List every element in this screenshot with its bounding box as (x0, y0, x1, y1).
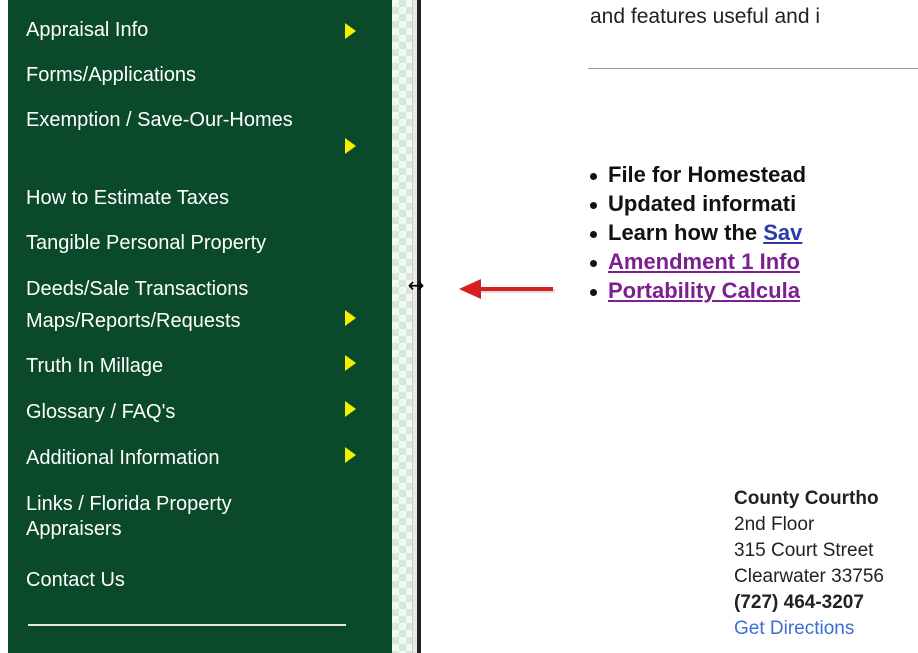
content-divider (588, 68, 918, 69)
horizontal-resize-icon: ↔ (407, 273, 425, 297)
sidebar-item-label: Tangible Personal Property (26, 232, 267, 254)
address-phone: (727) 464-3207 (734, 592, 864, 613)
sidebar-item-label: Forms/Applications (26, 64, 197, 86)
submenu-arrow-icon (345, 355, 356, 371)
frame-resize-border[interactable] (412, 0, 421, 653)
address-street: 315 Court Street (734, 540, 874, 561)
sidebar-item-label: Links / Florida Property Appraisers (26, 493, 232, 540)
address-block: County Courtho 2nd Floor 315 Court Stree… (734, 486, 884, 642)
sidebar-item-deeds[interactable]: Deeds/Sale Transactions (26, 277, 356, 302)
sidebar-item-links-appraisers[interactable]: Links / Florida Property Appraisers (26, 492, 356, 542)
list-item: Learn how the Sav (585, 218, 806, 247)
sidebar-item-exemption[interactable]: Exemption / Save-Our-Homes (26, 108, 356, 154)
sidebar-item-label: Deeds/Sale Transactions (26, 278, 249, 300)
sidebar-item-glossary[interactable]: Glossary / FAQ's (26, 400, 356, 425)
bullet-text: Learn how the (608, 220, 764, 245)
sidebar-item-label: How to Estimate Taxes (26, 187, 230, 209)
amendment-info-link[interactable]: Amendment 1 Info (608, 249, 800, 274)
list-item: Updated informati (585, 189, 806, 218)
sidebar-nav: Appraisal Info Forms/Applications Exempt… (8, 0, 392, 653)
get-directions-link[interactable]: Get Directions (734, 616, 884, 642)
list-item: Amendment 1 Info (585, 247, 806, 276)
sidebar-item-appraisal-info[interactable]: Appraisal Info (26, 18, 356, 43)
address-name: County Courtho (734, 488, 879, 509)
submenu-arrow-icon (345, 401, 356, 417)
sidebar-item-label: Contact Us (26, 569, 125, 591)
submenu-arrow-icon (345, 310, 356, 326)
address-city: Clearwater 33756 (734, 566, 884, 587)
list-item: Portability Calcula (585, 276, 806, 305)
portability-calculator-link[interactable]: Portability Calcula (608, 278, 800, 303)
feature-list: File for Homestead Updated informati Lea… (585, 160, 806, 305)
list-item: File for Homestead (585, 160, 806, 189)
sidebar-item-label: Glossary / FAQ's (26, 401, 176, 423)
sidebar-item-label: Appraisal Info (26, 19, 149, 41)
sidebar-item-truth-millage[interactable]: Truth In Millage (26, 354, 356, 379)
submenu-arrow-icon (345, 23, 356, 39)
sidebar-item-contact-us[interactable]: Contact Us (26, 568, 356, 593)
intro-text: and features useful and i (590, 5, 820, 28)
submenu-arrow-icon (345, 447, 356, 463)
sidebar-item-tangible-property[interactable]: Tangible Personal Property (26, 231, 356, 256)
red-arrow-icon (459, 279, 555, 299)
sidebar-item-maps-reports[interactable]: Maps/Reports/Requests (26, 309, 356, 334)
bullet-text: File for Homestead (608, 162, 807, 187)
sidebar-item-label: Additional Information (26, 447, 220, 469)
frame-gutter (392, 0, 412, 653)
sidebar-item-label: Truth In Millage (26, 355, 164, 377)
sidebar-item-estimate-taxes[interactable]: How to Estimate Taxes (26, 186, 356, 211)
sidebar-item-additional-info[interactable]: Additional Information (26, 446, 356, 471)
save-our-homes-link[interactable]: Sav (763, 220, 802, 245)
bullet-text: Updated informati (608, 191, 797, 216)
sidebar-divider (28, 624, 346, 626)
sidebar-item-label: Maps/Reports/Requests (26, 310, 241, 332)
sidebar-item-forms-applications[interactable]: Forms/Applications (26, 63, 356, 88)
submenu-arrow-icon (345, 138, 356, 154)
sidebar-item-label: Exemption / Save-Our-Homes (26, 109, 293, 131)
address-floor: 2nd Floor (734, 514, 815, 535)
